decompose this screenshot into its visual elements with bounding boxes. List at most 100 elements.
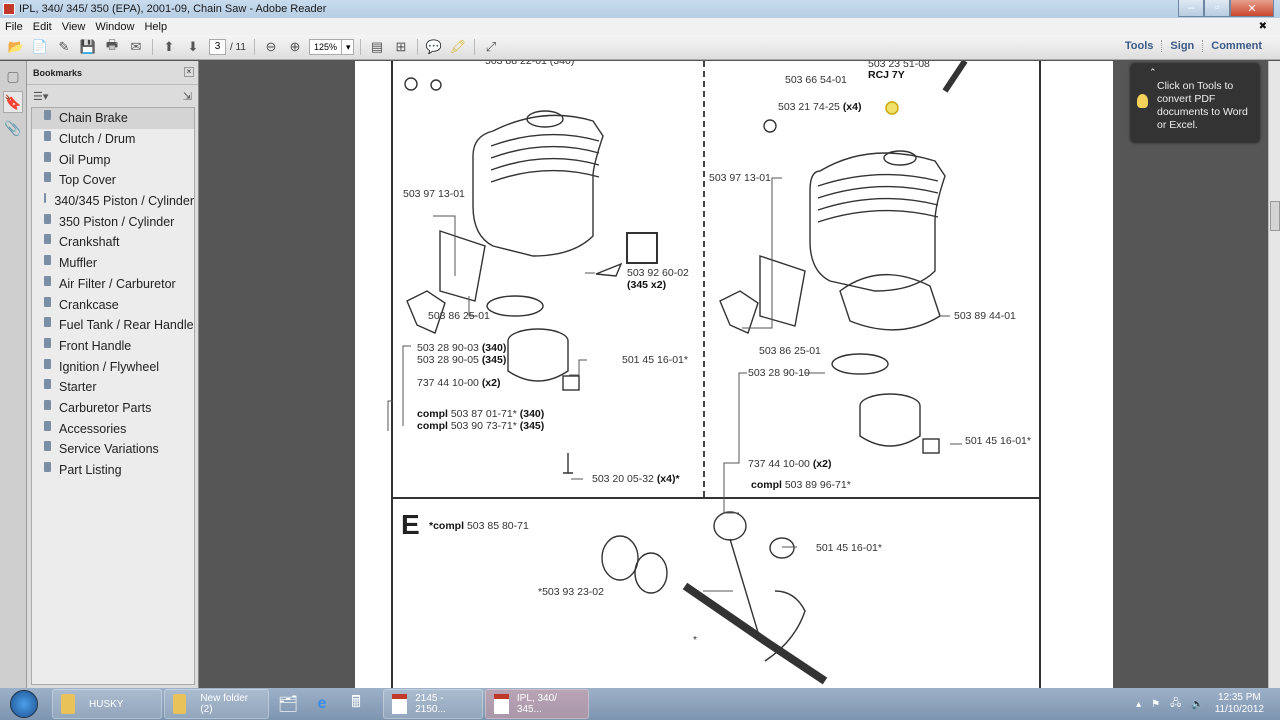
menu-file[interactable]: File: [5, 21, 23, 33]
zoom-out-button[interactable]: ⊖: [261, 38, 281, 56]
options-menu-icon[interactable]: ☰▾: [33, 90, 48, 103]
separator: [473, 39, 475, 55]
menu-help[interactable]: Help: [144, 21, 167, 33]
bookmark-item[interactable]: Top Cover: [32, 170, 194, 191]
toolbar: 📂 📄 ✎ 💾 🖶 ✉ ⬆ ⬇ 3 / 11 ⊖ ⊕ 125% ▾ ▤ ⊞ 💬 …: [0, 35, 1280, 60]
expand-bookmark-icon[interactable]: ⇲: [183, 90, 192, 103]
zoom-in-button[interactable]: ⊕: [285, 38, 305, 56]
bookmark-item[interactable]: Part Listing: [32, 460, 194, 481]
sticky-note-icon[interactable]: 💬: [424, 38, 444, 56]
menu-view[interactable]: View: [62, 21, 86, 33]
part-qty: (345 x2): [627, 279, 666, 291]
menu-window[interactable]: Window: [95, 21, 134, 33]
part-code: 503 87 01-71*: [450, 408, 517, 420]
bookmarks-icon[interactable]: 🔖: [3, 91, 23, 113]
zoom-select[interactable]: 125% ▾: [308, 39, 354, 55]
maximize-button[interactable]: ▫: [1204, 0, 1230, 17]
page-thumbnails-icon[interactable]: ▢: [3, 65, 23, 87]
bookmark-label: Crankcase: [59, 297, 119, 312]
menu-edit[interactable]: Edit: [33, 21, 52, 33]
close-document-icon[interactable]: ✖: [1259, 21, 1267, 32]
folder-icon: [173, 694, 187, 714]
attachments-icon[interactable]: 📎: [3, 117, 23, 139]
bookmark-item[interactable]: Service Variations: [32, 439, 194, 460]
bookmark-item[interactable]: Muffler: [32, 253, 194, 274]
chevron-down-icon[interactable]: ▾: [340, 40, 353, 54]
part-code: 503 90 73-71*: [450, 420, 517, 432]
bookmark-item[interactable]: Ignition / Flywheel: [32, 356, 194, 377]
calculator-icon[interactable]: 🖩: [339, 689, 373, 719]
volume-icon[interactable]: 🔈: [1191, 699, 1203, 710]
bookmark-item[interactable]: Carburetor Parts: [32, 398, 194, 419]
create-pdf-icon[interactable]: 📄: [30, 38, 50, 56]
bookmark-label: Accessories: [59, 421, 127, 436]
document-viewport[interactable]: 503 88 22-01 (340) 503 97 13-01 503 86 2…: [200, 61, 1268, 688]
bookmark-icon: [44, 275, 51, 286]
title-bar: IPL, 340/ 345/ 350 (EPA), 2001-09, Chain…: [0, 0, 1280, 18]
comment-link[interactable]: Comment: [1202, 40, 1270, 52]
save-icon[interactable]: 💾: [78, 38, 98, 56]
taskbar-item-husky[interactable]: HUSKY: [52, 689, 162, 719]
open-icon[interactable]: 📂: [6, 38, 26, 56]
bookmark-item[interactable]: Crankcase: [32, 294, 194, 315]
windows-explorer-icon[interactable]: 🗂: [271, 689, 305, 719]
part-label: 503 21 74-25 (x4): [778, 101, 862, 113]
next-page-button[interactable]: ⬇: [183, 38, 203, 56]
bookmarks-panel: Bookmarks × ☰▾ ⇲ Chain Brake Clutch / Dru…: [27, 61, 199, 688]
edit-icon[interactable]: ✎: [54, 38, 74, 56]
clock[interactable]: 12:35 PM 11/10/2012: [1215, 692, 1264, 716]
folder-icon: [61, 694, 75, 714]
part-label: 503 88 22-01 (340): [485, 61, 575, 67]
bookmark-icon: [44, 131, 51, 142]
part-label: compl 503 89 96-71*: [751, 479, 851, 491]
scrolling-mode-icon[interactable]: ▤: [367, 38, 387, 56]
compl-label: compl: [417, 408, 448, 420]
bookmark-item[interactable]: Chain Brake: [32, 108, 194, 129]
bookmark-item[interactable]: Air Filter / Carburetor: [32, 274, 194, 295]
pdf-icon: [494, 694, 509, 714]
taskbar-item-pdf-2145[interactable]: 2145 - 2150...: [383, 689, 483, 719]
collapse-tooltip-icon[interactable]: ⌃: [1149, 66, 1157, 79]
bookmark-item[interactable]: Starter: [32, 377, 194, 398]
fit-page-icon[interactable]: ⊞: [391, 38, 411, 56]
bookmark-icon: [44, 234, 51, 245]
vertical-scrollbar[interactable]: [1268, 61, 1280, 688]
tooltip-text: Click on Tools to convert PDF documents …: [1157, 80, 1248, 131]
close-button[interactable]: ✕: [1230, 0, 1274, 17]
action-center-icon[interactable]: ⚑: [1151, 699, 1160, 710]
part-label: 503 28 90-05 (345): [417, 354, 506, 366]
sign-link[interactable]: Sign: [1161, 40, 1202, 52]
part-label: 503 86 25-01: [759, 345, 821, 357]
bookmarks-toolbar: ☰▾ ⇲: [27, 85, 198, 107]
bookmark-icon: [44, 317, 51, 328]
bookmark-label: Carburetor Parts: [59, 400, 152, 415]
part-label: 737 44 10-00 (x2): [748, 458, 832, 470]
part-model: (340): [519, 408, 545, 420]
previous-page-button[interactable]: ⬆: [159, 38, 179, 56]
taskbar-item-pdf-ipl[interactable]: IPL, 340/ 345...: [485, 689, 589, 719]
internet-explorer-icon[interactable]: e: [305, 689, 339, 719]
page-number-input[interactable]: 3: [209, 39, 226, 55]
show-hidden-icons[interactable]: ▴: [1136, 699, 1141, 710]
email-icon[interactable]: ✉: [126, 38, 146, 56]
bookmark-item[interactable]: 350 Piston / Cylinder: [32, 211, 194, 232]
start-button[interactable]: [10, 690, 38, 718]
bookmark-label: 350 Piston / Cylinder: [59, 214, 175, 229]
bookmark-item[interactable]: Oil Pump: [32, 149, 194, 170]
bookmark-item[interactable]: Clutch / Drum: [32, 129, 194, 150]
print-icon[interactable]: 🖶: [102, 37, 122, 56]
bookmark-item[interactable]: Crankshaft: [32, 232, 194, 253]
tools-link[interactable]: Tools: [1117, 40, 1162, 52]
bookmark-item[interactable]: Accessories: [32, 418, 194, 439]
bookmark-label: Part Listing: [59, 463, 122, 478]
close-panel-icon[interactable]: ×: [184, 67, 194, 77]
bookmark-item[interactable]: Front Handle: [32, 336, 194, 357]
highlight-icon[interactable]: 🖍: [448, 38, 468, 56]
full-screen-icon[interactable]: ⤢: [481, 38, 501, 56]
bookmark-item[interactable]: 340/345 Piston / Cylinder: [32, 191, 194, 212]
taskbar-item-new-folder[interactable]: New folder (2): [164, 689, 269, 719]
minimize-button[interactable]: –: [1178, 0, 1204, 17]
bookmark-item[interactable]: Fuel Tank / Rear Handle: [32, 315, 194, 336]
network-icon[interactable]: 🖧: [1170, 696, 1181, 713]
scrollbar-thumb[interactable]: [1270, 201, 1280, 231]
